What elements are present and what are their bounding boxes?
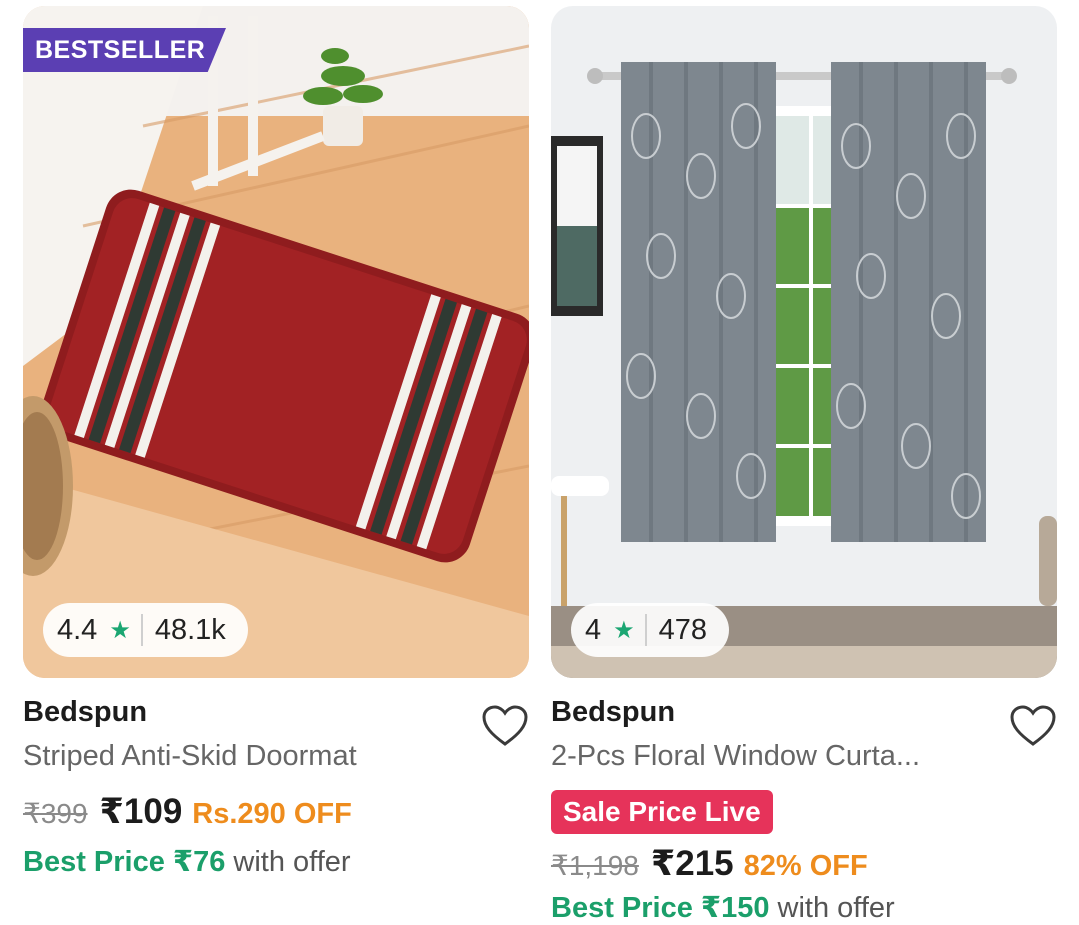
discount-text: Rs.290 OFF xyxy=(192,798,352,830)
product-title: 2-Pcs Floral Window Curta... xyxy=(551,740,921,772)
star-icon: ★ xyxy=(613,616,635,644)
product-title: Striped Anti-Skid Doormat xyxy=(23,740,357,772)
best-price-row: Best Price ₹76 with offer xyxy=(23,844,351,879)
product-image-curtains[interactable]: 4 ★ 478 xyxy=(551,6,1057,678)
heart-outline-icon[interactable] xyxy=(1009,704,1057,748)
selling-price: ₹109 xyxy=(99,792,183,831)
price-row: ₹1,198 ₹215 82% OFF xyxy=(551,844,868,884)
best-price-suffix: with offer xyxy=(769,892,895,924)
rating-divider xyxy=(644,614,647,646)
discount-text: 82% OFF xyxy=(743,850,868,882)
product-card-doormat[interactable]: BESTSELLER 4.4 ★ 48.1k Bedspun Striped A… xyxy=(23,6,529,912)
best-price-suffix: with offer xyxy=(225,846,351,878)
star-icon: ★ xyxy=(109,616,131,644)
best-price-row: Best Price ₹150 with offer xyxy=(551,890,895,925)
best-price-label: Best Price ₹150 xyxy=(551,892,770,924)
rating-count: 48.1k xyxy=(154,613,226,646)
sale-price-live-tag: Sale Price Live xyxy=(551,790,773,834)
product-brand: Bedspun xyxy=(551,696,676,728)
best-price-label: Best Price ₹76 xyxy=(23,846,226,878)
mrp-price: ₹399 xyxy=(23,798,88,829)
rating-value: 4 xyxy=(585,613,602,646)
selling-price: ₹215 xyxy=(650,844,734,883)
bestseller-badge: BESTSELLER xyxy=(23,28,226,72)
rating-count: 478 xyxy=(658,613,708,646)
price-row: ₹399 ₹109 Rs.290 OFF xyxy=(23,792,352,832)
product-card-curtains[interactable]: 4 ★ 478 Bedspun 2-Pcs Floral Window Curt… xyxy=(551,6,1057,924)
rating-pill: 4.4 ★ 48.1k xyxy=(43,603,248,657)
mrp-price: ₹1,198 xyxy=(551,850,639,881)
rating-divider xyxy=(140,614,143,646)
rating-pill: 4 ★ 478 xyxy=(571,603,730,657)
product-image-doormat[interactable]: BESTSELLER 4.4 ★ 48.1k xyxy=(23,6,529,678)
heart-outline-icon[interactable] xyxy=(481,704,529,748)
rating-value: 4.4 xyxy=(57,613,98,646)
product-brand: Bedspun xyxy=(23,696,148,728)
